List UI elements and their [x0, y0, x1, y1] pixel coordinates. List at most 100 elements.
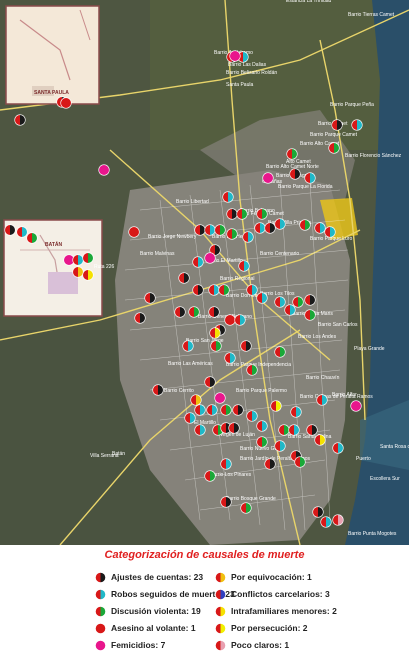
- incident-marker[interactable]: [98, 164, 110, 176]
- incident-marker[interactable]: [304, 294, 316, 306]
- incident-marker[interactable]: [274, 218, 286, 230]
- city-map[interactable]: SANTA PAULA BATÁN Barrio Parque Peña Barr…: [0, 0, 409, 545]
- incident-marker[interactable]: [220, 496, 232, 508]
- incident-marker[interactable]: [331, 119, 343, 131]
- incident-marker[interactable]: [312, 506, 324, 518]
- incident-marker[interactable]: [240, 340, 252, 352]
- incident-marker[interactable]: [82, 269, 94, 281]
- incident-marker[interactable]: [314, 222, 326, 234]
- incident-marker[interactable]: [284, 304, 296, 316]
- incident-marker[interactable]: [208, 284, 220, 296]
- incident-marker[interactable]: [72, 266, 84, 278]
- map-canvas: SANTA PAULA BATÁN Barrio Parque Peña Barr…: [0, 0, 409, 545]
- incident-marker[interactable]: [209, 327, 221, 339]
- incident-marker[interactable]: [72, 254, 84, 266]
- map-label: Barrio San Carlos: [318, 322, 358, 328]
- incident-marker[interactable]: [238, 260, 250, 272]
- incident-marker[interactable]: [278, 424, 290, 436]
- incident-marker[interactable]: [256, 420, 268, 432]
- incident-marker[interactable]: [16, 226, 28, 238]
- incident-marker[interactable]: [289, 168, 301, 180]
- incident-marker[interactable]: [350, 400, 362, 412]
- incident-marker[interactable]: [290, 406, 302, 418]
- incident-marker[interactable]: [214, 392, 226, 404]
- incident-marker[interactable]: [264, 222, 276, 234]
- incident-marker[interactable]: [254, 222, 266, 234]
- incident-marker[interactable]: [14, 114, 26, 126]
- incident-marker[interactable]: [26, 232, 38, 244]
- incident-marker[interactable]: [328, 142, 340, 154]
- incident-marker[interactable]: [304, 309, 316, 321]
- incident-marker[interactable]: [206, 404, 218, 416]
- incident-marker[interactable]: [304, 172, 316, 184]
- incident-marker[interactable]: [208, 306, 220, 318]
- incident-marker[interactable]: [4, 224, 16, 236]
- incident-marker[interactable]: [229, 50, 241, 62]
- incident-marker[interactable]: [226, 208, 238, 220]
- incident-marker[interactable]: [192, 256, 204, 268]
- incident-marker[interactable]: [332, 514, 344, 526]
- incident-marker[interactable]: [292, 296, 304, 308]
- incident-marker[interactable]: [224, 352, 236, 364]
- incident-marker[interactable]: [222, 191, 234, 203]
- incident-marker[interactable]: [144, 292, 156, 304]
- incident-marker[interactable]: [306, 424, 318, 436]
- incident-marker[interactable]: [152, 384, 164, 396]
- incident-marker[interactable]: [210, 340, 222, 352]
- incident-marker[interactable]: [194, 424, 206, 436]
- incident-marker[interactable]: [182, 340, 194, 352]
- incident-marker[interactable]: [351, 119, 363, 131]
- incident-marker[interactable]: [256, 208, 268, 220]
- incident-marker[interactable]: [299, 219, 311, 231]
- incident-marker[interactable]: [190, 394, 202, 406]
- incident-marker[interactable]: [286, 148, 298, 160]
- incident-marker[interactable]: [220, 458, 232, 470]
- incident-marker[interactable]: [128, 226, 140, 238]
- incident-marker[interactable]: [224, 314, 236, 326]
- incident-marker[interactable]: [234, 314, 246, 326]
- incident-marker[interactable]: [228, 422, 240, 434]
- incident-marker[interactable]: [236, 208, 248, 220]
- incident-marker[interactable]: [314, 434, 326, 446]
- incident-marker[interactable]: [178, 272, 190, 284]
- legend-item: Poco claros: 1: [215, 639, 289, 651]
- incident-marker[interactable]: [274, 346, 286, 358]
- incident-marker[interactable]: [274, 440, 286, 452]
- incident-marker[interactable]: [220, 404, 232, 416]
- incident-marker[interactable]: [240, 502, 252, 514]
- incident-marker[interactable]: [60, 97, 72, 109]
- incident-marker[interactable]: [204, 224, 216, 236]
- incident-marker[interactable]: [188, 306, 200, 318]
- incident-marker[interactable]: [214, 224, 226, 236]
- incident-marker[interactable]: [204, 376, 216, 388]
- incident-marker[interactable]: [288, 424, 300, 436]
- incident-marker[interactable]: [184, 412, 196, 424]
- incident-marker[interactable]: [294, 456, 306, 468]
- incident-marker[interactable]: [242, 231, 254, 243]
- incident-marker[interactable]: [324, 226, 336, 238]
- incident-marker[interactable]: [174, 306, 186, 318]
- incident-marker[interactable]: [270, 400, 282, 412]
- incident-marker[interactable]: [82, 252, 94, 264]
- incident-marker[interactable]: [320, 516, 332, 528]
- incident-marker[interactable]: [204, 470, 216, 482]
- incident-marker[interactable]: [134, 312, 146, 324]
- incident-marker[interactable]: [204, 252, 216, 264]
- incident-marker[interactable]: [264, 458, 276, 470]
- incident-marker[interactable]: [274, 296, 286, 308]
- incident-marker[interactable]: [246, 364, 258, 376]
- map-label: Barrio Bosque Grande: [226, 496, 276, 502]
- incident-marker[interactable]: [192, 284, 204, 296]
- incident-marker[interactable]: [226, 228, 238, 240]
- incident-marker[interactable]: [246, 410, 258, 422]
- incident-marker[interactable]: [218, 284, 230, 296]
- incident-marker[interactable]: [256, 436, 268, 448]
- incident-marker[interactable]: [256, 292, 268, 304]
- incident-marker[interactable]: [316, 394, 328, 406]
- incident-marker[interactable]: [332, 442, 344, 454]
- incident-marker[interactable]: [232, 404, 244, 416]
- incident-marker[interactable]: [194, 404, 206, 416]
- incident-marker[interactable]: [246, 284, 258, 296]
- incident-marker[interactable]: [262, 172, 274, 184]
- incident-marker[interactable]: [194, 224, 206, 236]
